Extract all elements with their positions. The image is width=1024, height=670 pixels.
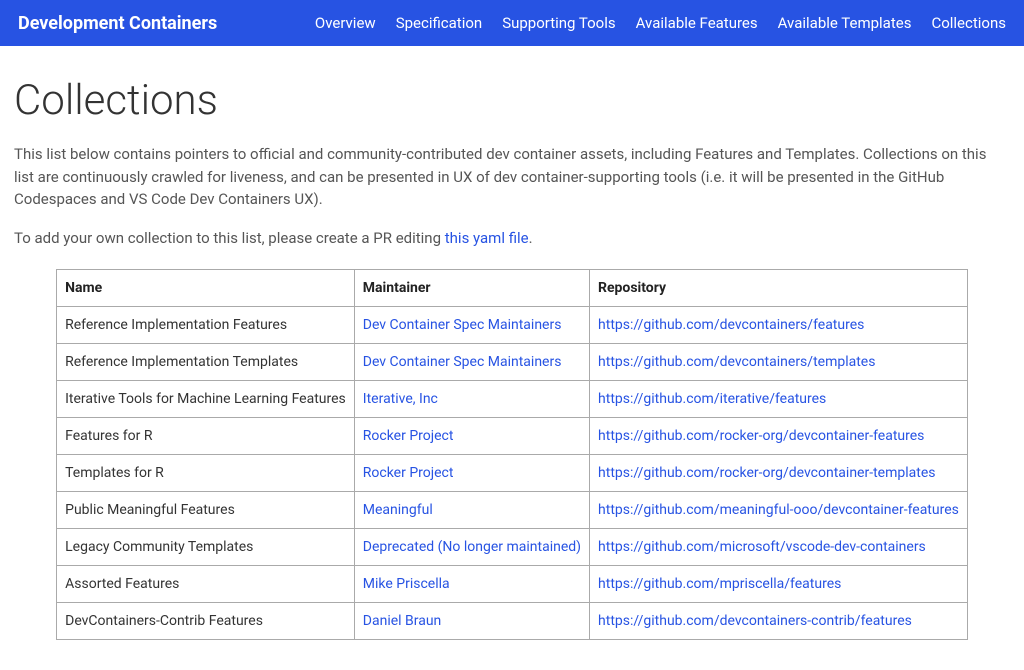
table-row: Reference Implementation Features Dev Con… — [57, 307, 968, 344]
repository-link[interactable]: https://github.com/rocker-org/devcontain… — [598, 428, 924, 444]
table-row: Reference Implementation Templates Dev Co… — [57, 344, 968, 381]
table-row: Public Meaningful Features Meaningful http… — [57, 492, 968, 529]
cell-repository: https://github.com/devcontainers/feature… — [590, 307, 968, 344]
repository-link[interactable]: https://github.com/devcontainers/templat… — [598, 354, 875, 370]
cell-name: Iterative Tools for Machine Learning Fea… — [57, 381, 355, 418]
cell-name: Templates for R — [57, 455, 355, 492]
maintainer-link[interactable]: Meaningful — [363, 502, 433, 518]
collections-table: Name Maintainer Repository Reference Imp… — [56, 269, 968, 640]
nav-link-available-templates[interactable]: Available Templates — [778, 14, 912, 32]
maintainer-link[interactable]: Iterative, Inc — [363, 391, 438, 407]
cell-name: Assorted Features — [57, 566, 355, 603]
cell-maintainer: Mike Priscella — [354, 566, 589, 603]
intro2-prefix: To add your own collection to this list,… — [14, 229, 445, 247]
cell-repository: https://github.com/meaningful-ooo/devcon… — [590, 492, 968, 529]
cell-repository: https://github.com/devcontainers/templat… — [590, 344, 968, 381]
table-row: DevContainers-Contrib Features Daniel Bra… — [57, 603, 968, 640]
table-head: Name Maintainer Repository — [57, 270, 968, 307]
col-repository: Repository — [590, 270, 968, 307]
page-title: Collections — [14, 76, 1010, 125]
repository-link[interactable]: https://github.com/meaningful-ooo/devcon… — [598, 502, 959, 518]
nav-link-collections[interactable]: Collections — [931, 14, 1006, 32]
yaml-file-link[interactable]: this yaml file — [445, 229, 529, 247]
maintainer-link[interactable]: Deprecated (No longer maintained) — [363, 539, 581, 555]
cell-maintainer: Rocker Project — [354, 455, 589, 492]
cell-name: Legacy Community Templates — [57, 529, 355, 566]
repository-link[interactable]: https://github.com/iterative/features — [598, 391, 826, 407]
repository-link[interactable]: https://github.com/rocker-org/devcontain… — [598, 465, 935, 481]
cell-repository: https://github.com/rocker-org/devcontain… — [590, 418, 968, 455]
table-row: Legacy Community Templates Deprecated (No… — [57, 529, 968, 566]
maintainer-link[interactable]: Rocker Project — [363, 428, 454, 444]
cell-name: DevContainers-Contrib Features — [57, 603, 355, 640]
cell-repository: https://github.com/iterative/features — [590, 381, 968, 418]
col-maintainer: Maintainer — [354, 270, 589, 307]
cell-name: Reference Implementation Features — [57, 307, 355, 344]
brand[interactable]: Development Containers — [18, 13, 217, 34]
cell-name: Public Meaningful Features — [57, 492, 355, 529]
cell-name: Reference Implementation Templates — [57, 344, 355, 381]
intro: This list below contains pointers to off… — [14, 143, 1010, 249]
cell-repository: https://github.com/devcontainers-contrib… — [590, 603, 968, 640]
intro-paragraph-2: To add your own collection to this list,… — [14, 227, 1010, 250]
cell-repository: https://github.com/microsoft/vscode-dev-… — [590, 529, 968, 566]
navbar: Development Containers Overview Specifica… — [0, 0, 1024, 46]
nav-link-available-features[interactable]: Available Features — [636, 14, 758, 32]
table-row: Assorted Features Mike Priscella https://g… — [57, 566, 968, 603]
table-row: Features for R Rocker Project https://gith… — [57, 418, 968, 455]
cell-repository: https://github.com/rocker-org/devcontain… — [590, 455, 968, 492]
maintainer-link[interactable]: Dev Container Spec Maintainers — [363, 317, 562, 333]
nav-link-specification[interactable]: Specification — [396, 14, 483, 32]
cell-maintainer: Meaningful — [354, 492, 589, 529]
repository-link[interactable]: https://github.com/mpriscella/features — [598, 576, 841, 592]
table-body: Reference Implementation Features Dev Con… — [57, 307, 968, 640]
nav-links: Overview Specification Supporting Tools Ava… — [315, 14, 1006, 32]
col-name: Name — [57, 270, 355, 307]
cell-maintainer: Dev Container Spec Maintainers — [354, 344, 589, 381]
cell-maintainer: Rocker Project — [354, 418, 589, 455]
content: Collections This list below contains poi… — [0, 46, 1024, 670]
cell-maintainer: Daniel Braun — [354, 603, 589, 640]
repository-link[interactable]: https://github.com/devcontainers/feature… — [598, 317, 864, 333]
table-row: Iterative Tools for Machine Learning Fea… — [57, 381, 968, 418]
maintainer-link[interactable]: Dev Container Spec Maintainers — [363, 354, 562, 370]
cell-name: Features for R — [57, 418, 355, 455]
cell-maintainer: Iterative, Inc — [354, 381, 589, 418]
maintainer-link[interactable]: Daniel Braun — [363, 613, 442, 629]
maintainer-link[interactable]: Mike Priscella — [363, 576, 450, 592]
nav-link-supporting-tools[interactable]: Supporting Tools — [502, 14, 615, 32]
intro2-suffix: . — [529, 229, 533, 247]
table-row: Templates for R Rocker Project https://git… — [57, 455, 968, 492]
intro-paragraph-1: This list below contains pointers to off… — [14, 143, 1010, 211]
repository-link[interactable]: https://github.com/devcontainers-contrib… — [598, 613, 912, 629]
nav-link-overview[interactable]: Overview — [315, 14, 376, 32]
table-header-row: Name Maintainer Repository — [57, 270, 968, 307]
cell-maintainer: Dev Container Spec Maintainers — [354, 307, 589, 344]
table-wrapper: Name Maintainer Repository Reference Imp… — [14, 269, 1010, 640]
cell-maintainer: Deprecated (No longer maintained) — [354, 529, 589, 566]
repository-link[interactable]: https://github.com/microsoft/vscode-dev-… — [598, 539, 926, 555]
cell-repository: https://github.com/mpriscella/features — [590, 566, 968, 603]
maintainer-link[interactable]: Rocker Project — [363, 465, 454, 481]
